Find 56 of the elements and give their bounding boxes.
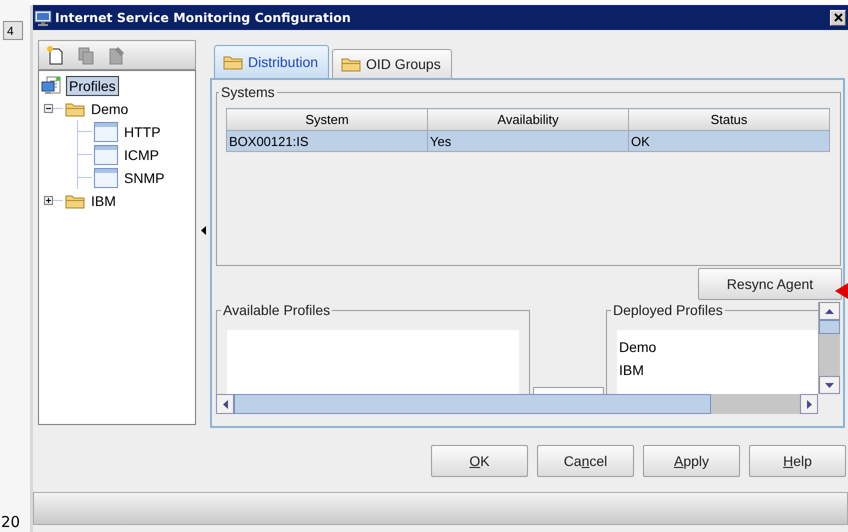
group-title: Deployed Profiles — [612, 303, 724, 318]
scroll-left-button[interactable] — [216, 394, 234, 414]
page-number: 20 — [0, 513, 20, 531]
folder-icon — [223, 54, 243, 70]
left-arrow-icon — [222, 400, 228, 408]
window-title: Internet Service Monitoring Configuration — [55, 10, 351, 25]
group-title: Systems — [220, 84, 276, 100]
collapse-arrow-icon[interactable] — [200, 226, 206, 234]
folder-icon — [65, 100, 85, 116]
dialog-button[interactable]: Help — [749, 445, 846, 477]
resync-agent-button[interactable]: Resync Agent — [698, 268, 842, 300]
list-item[interactable]: Demo — [619, 336, 656, 359]
column-header[interactable]: Availability — [428, 108, 628, 130]
up-arrow-icon — [825, 308, 834, 314]
tab[interactable]: 4 — [3, 21, 23, 40]
collapse-icon[interactable] — [44, 104, 53, 113]
computer-icon — [41, 76, 63, 96]
arrow-icon — [835, 283, 848, 299]
window-icon — [94, 144, 118, 164]
table-cell: Yes — [428, 130, 628, 152]
expand-icon[interactable] — [44, 196, 53, 205]
dialog-button[interactable]: Apply — [643, 445, 740, 477]
table-cell: BOX00121:IS — [226, 130, 428, 152]
scroll-right-button[interactable] — [800, 394, 818, 414]
list-item[interactable]: IBM — [619, 359, 644, 382]
scrollbar-thumb[interactable] — [819, 320, 840, 334]
partial-button[interactable] — [532, 387, 604, 394]
table-cell: OK — [628, 130, 830, 152]
tab[interactable]: Distribution — [214, 45, 330, 78]
folder-icon — [65, 192, 85, 208]
table-row[interactable]: BOX00121:IS Yes OK — [226, 130, 830, 152]
tree-item[interactable]: SNMP — [121, 168, 168, 188]
monitor-icon — [34, 8, 52, 26]
tree-item[interactable]: HTTP — [121, 122, 164, 142]
column-header[interactable]: System — [226, 108, 428, 130]
tree-item[interactable]: Demo — [88, 98, 132, 118]
tree-item[interactable]: IBM — [88, 190, 119, 210]
window-icon — [94, 168, 118, 188]
window-icon — [94, 122, 118, 142]
vertical-scrollbar[interactable] — [818, 302, 840, 394]
right-arrow-icon — [806, 400, 812, 408]
scroll-up-button[interactable] — [819, 302, 840, 320]
scrollbar-thumb[interactable] — [234, 394, 711, 414]
close-icon — [834, 13, 842, 22]
tree-item[interactable]: Profiles — [66, 76, 119, 96]
folder-icon — [341, 56, 362, 72]
close-button[interactable] — [830, 10, 846, 26]
down-arrow-icon — [825, 382, 834, 388]
group-title: Available Profiles — [222, 303, 332, 318]
horizontal-scrollbar[interactable] — [216, 394, 818, 414]
dialog-button[interactable]: Cancel — [537, 445, 634, 477]
tab[interactable]: OID Groups — [332, 49, 452, 78]
column-header[interactable]: Status — [628, 108, 830, 130]
dialog-button[interactable]: OK — [431, 445, 528, 477]
tree-item[interactable]: ICMP — [121, 144, 162, 164]
scroll-down-button[interactable] — [819, 376, 840, 394]
